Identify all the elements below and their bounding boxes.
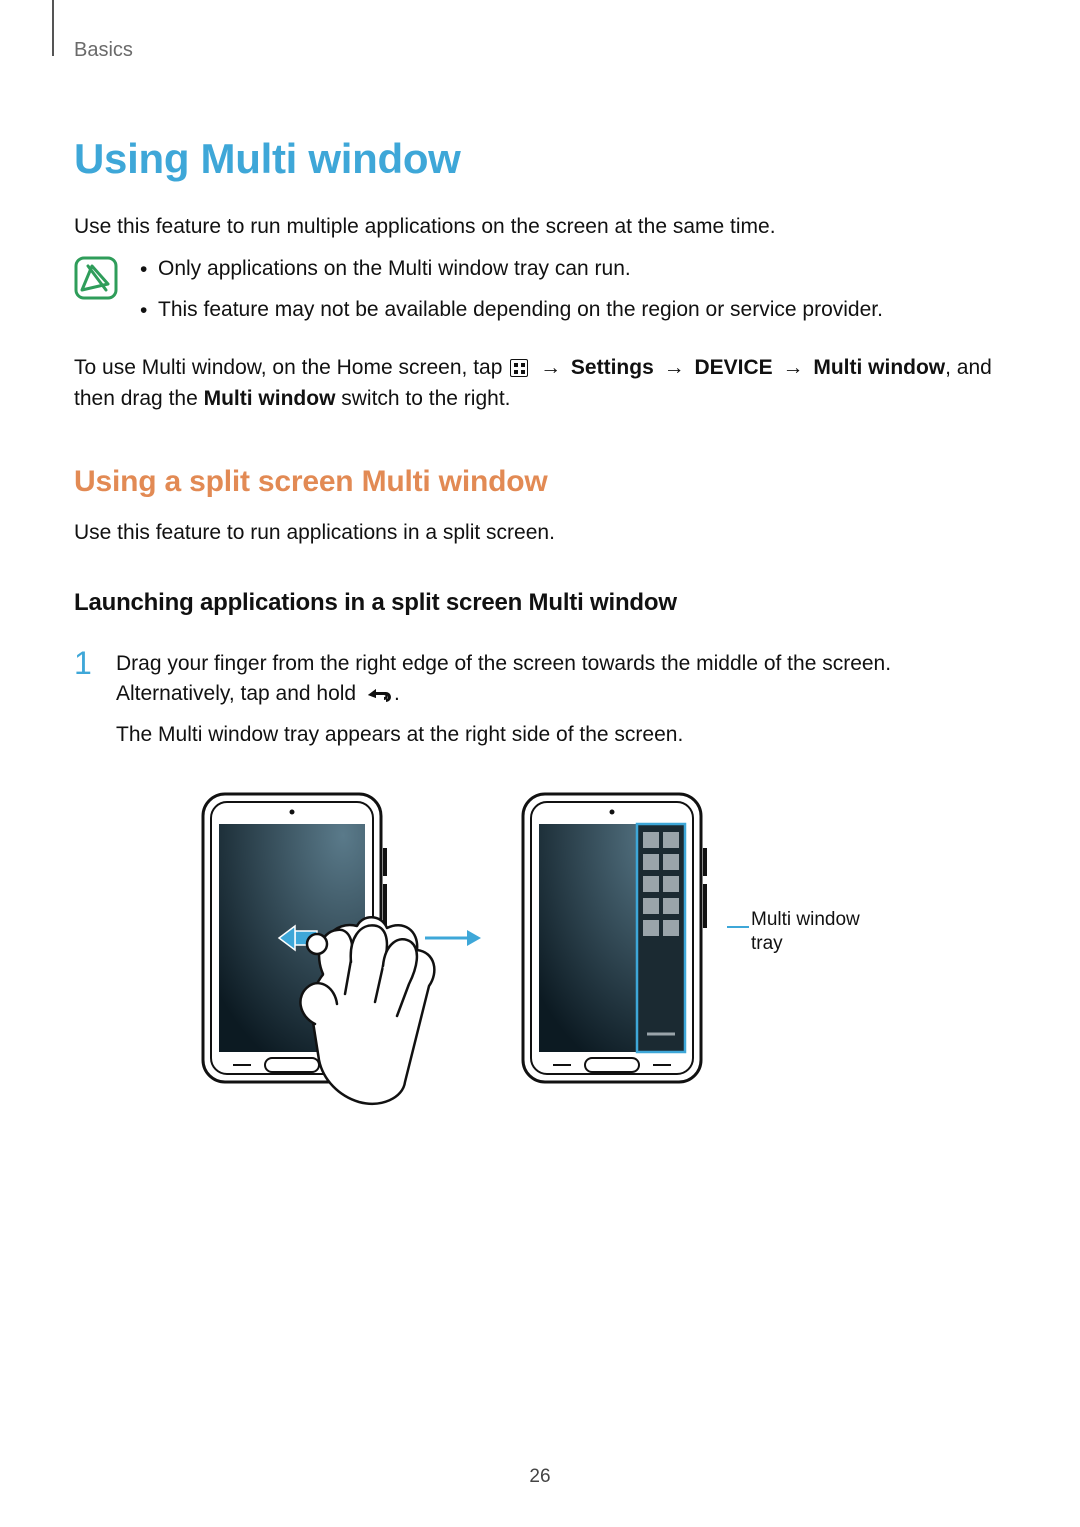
hand-illustration xyxy=(285,912,455,1112)
section-heading: Using a split screen Multi window xyxy=(74,460,1006,504)
note-item: This feature may not be available depend… xyxy=(136,295,883,325)
step-line-1: Drag your finger from the right edge of … xyxy=(116,649,1006,710)
callout-label: Multi window tray xyxy=(751,908,881,956)
breadcrumb: Basics xyxy=(74,36,1006,65)
note-item: Only applications on the Multi window tr… xyxy=(136,254,883,284)
page-content: Basics Using Multi window Use this featu… xyxy=(0,0,1080,1088)
device-after xyxy=(517,788,707,1088)
subsection-heading: Launching applications in a split screen… xyxy=(74,586,1006,621)
back-icon xyxy=(364,686,392,704)
step-line-2: The Multi window tray appears at the rig… xyxy=(116,720,1006,750)
note-box: Only applications on the Multi window tr… xyxy=(74,254,1006,335)
step-1: 1 Drag your finger from the right edge o… xyxy=(74,649,1006,760)
step-body: Drag your finger from the right edge of … xyxy=(116,649,1006,760)
callout-line xyxy=(727,926,749,928)
apps-icon xyxy=(510,359,528,377)
page-title: Using Multi window xyxy=(74,129,1006,190)
note-icon xyxy=(74,256,118,300)
figure: Multi window tray xyxy=(74,788,1006,1088)
step-number: 1 xyxy=(74,647,102,679)
section-intro: Use this feature to run applications in … xyxy=(74,518,1006,548)
note-list: Only applications on the Multi window tr… xyxy=(136,254,883,335)
device-before xyxy=(197,788,387,1088)
intro-text: Use this feature to run multiple applica… xyxy=(74,212,1006,242)
page-number: 26 xyxy=(0,1463,1080,1491)
instruction-text: To use Multi window, on the Home screen,… xyxy=(74,353,1006,414)
callout: Multi window tray xyxy=(743,788,883,1088)
